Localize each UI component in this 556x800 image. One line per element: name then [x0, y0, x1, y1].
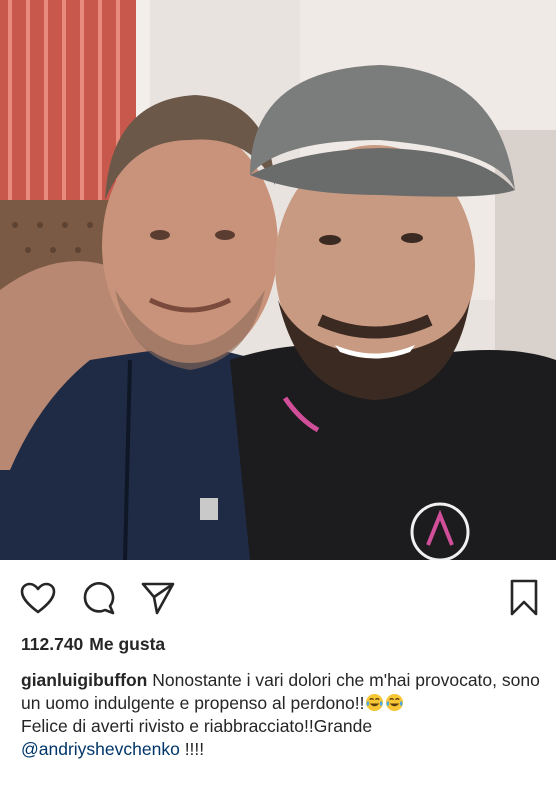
- post-caption: gianluigibuffon Nonostante i vari dolori…: [21, 669, 541, 761]
- caption-username[interactable]: gianluigibuffon: [21, 670, 147, 690]
- comment-icon[interactable]: [78, 578, 118, 618]
- caption-text-end: !!!!: [179, 739, 205, 759]
- caption-text-2: Felice di averti rivisto e riabbracciato…: [21, 716, 373, 736]
- tears-of-joy-emoji-icon: [386, 693, 404, 712]
- likes-number: 112.740: [21, 634, 84, 654]
- caption-mention[interactable]: @andriyshevchenko: [21, 739, 180, 759]
- bookmark-icon[interactable]: [504, 578, 544, 618]
- share-icon[interactable]: [138, 578, 178, 618]
- action-bar: [0, 572, 556, 622]
- tears-of-joy-emoji-icon: [366, 693, 384, 712]
- selfie-illustration: [0, 0, 556, 560]
- heart-icon[interactable]: [18, 578, 58, 618]
- likes-count[interactable]: 112.740 Me gusta: [21, 634, 165, 655]
- likes-label: Me gusta: [89, 634, 166, 654]
- post-photo[interactable]: [0, 0, 556, 560]
